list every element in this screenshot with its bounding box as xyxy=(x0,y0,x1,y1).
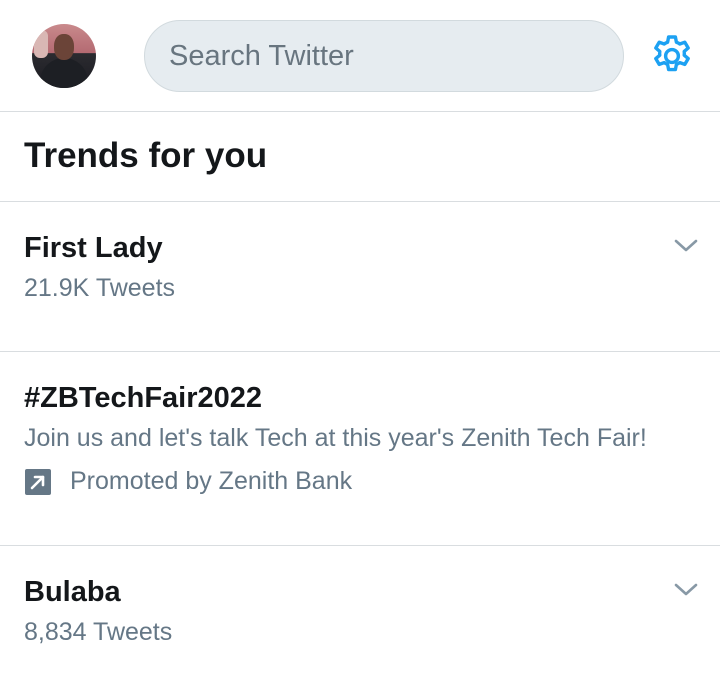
trend-description: Join us and let's talk Tech at this year… xyxy=(24,424,647,452)
section-title: Trends for you xyxy=(24,136,268,175)
promoted-label: Promoted by Zenith Bank xyxy=(70,467,353,495)
trend-tweet-count: 8,834 Tweets xyxy=(24,618,173,646)
chevron-down-icon[interactable] xyxy=(672,580,700,600)
search-input[interactable] xyxy=(169,39,623,73)
trend-tweet-count: 21.9K Tweets xyxy=(24,274,176,302)
trend-name: First Lady xyxy=(24,232,163,264)
gear-icon[interactable] xyxy=(648,32,696,80)
search-bar[interactable] xyxy=(144,20,624,92)
trend-name: Bulaba xyxy=(24,576,121,608)
avatar[interactable] xyxy=(32,24,96,88)
trend-item-bulaba[interactable]: Bulaba 8,834 Tweets xyxy=(0,546,720,693)
promoted-arrow-icon xyxy=(25,469,51,495)
trend-item-first-lady[interactable]: First Lady 21.9K Tweets xyxy=(0,202,720,351)
top-bar xyxy=(0,0,720,112)
trend-name: #ZBTechFair2022 xyxy=(24,382,263,414)
trend-item-promoted[interactable]: #ZBTechFair2022 Join us and let's talk T… xyxy=(0,352,720,545)
chevron-down-icon[interactable] xyxy=(672,236,700,256)
